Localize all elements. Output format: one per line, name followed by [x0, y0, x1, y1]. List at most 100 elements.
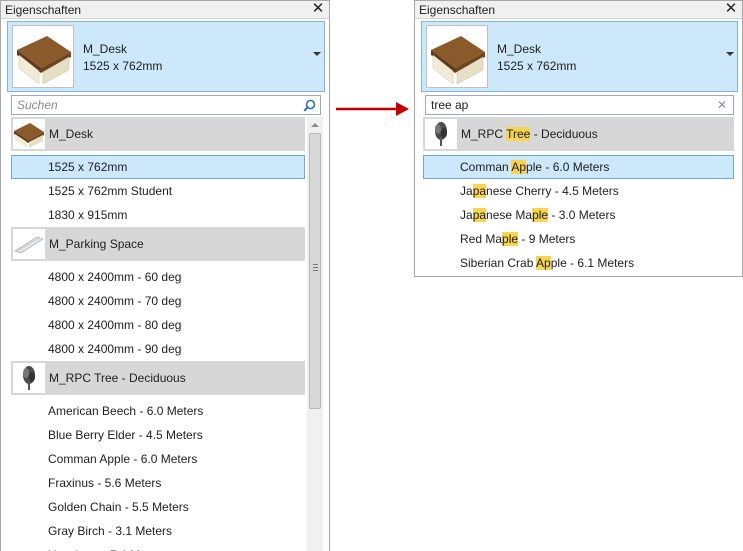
type-item-label: Japanese Maple - 3.0 Meters [460, 208, 615, 222]
label-text: ple - 6.0 Meters [526, 160, 610, 174]
panel-titlebar: Eigenschaften ✕ [415, 1, 742, 19]
search-field[interactable]: ✕ [425, 95, 734, 115]
type-item[interactable]: 4800 x 2400mm - 90 deg [11, 337, 305, 361]
type-item-label: Siberian Crab Apple - 6.1 Meters [460, 256, 634, 270]
label-text: - Deciduous [530, 127, 598, 141]
match-highlight: Ap [536, 256, 551, 270]
clear-icon[interactable]: ✕ [716, 97, 728, 113]
type-item-label: Comman Apple - 6.0 Meters [48, 452, 198, 466]
type-item-label: 4800 x 2400mm - 80 deg [48, 318, 182, 332]
type-item[interactable]: 4800 x 2400mm - 80 deg [11, 313, 305, 337]
type-item-label: American Beech - 6.0 Meters [48, 404, 204, 418]
label-text: Comman [460, 160, 512, 174]
match-highlight: Tree [506, 127, 531, 141]
family-name: M_RPC Tree - Deciduous [49, 371, 186, 385]
type-item[interactable]: 1525 x 762mm Student [11, 179, 305, 203]
panel-title: Eigenschaften [419, 3, 496, 17]
type-item[interactable]: Comman Apple - 6.0 Meters [11, 447, 305, 471]
search-icon[interactable] [303, 99, 316, 112]
type-item-label: Fraxinus - 5.6 Meters [48, 476, 162, 490]
desk-thumbnail [13, 119, 45, 149]
tree-thumbnail [425, 119, 457, 149]
search-field[interactable] [11, 95, 321, 115]
type-list: M_Desk 1525 x 762mm 1525 x 762mm Student 18… [11, 117, 305, 551]
label-text: nese Ma [486, 208, 533, 222]
label-text: - 9 Meters [518, 232, 576, 246]
family-group-header[interactable]: M_RPC Tree - Deciduous [11, 361, 305, 395]
type-item-label: 4800 x 2400mm - 60 deg [48, 270, 182, 284]
chevron-down-icon[interactable] [313, 52, 321, 56]
type-item-label: Blue Berry Elder - 4.5 Meters [48, 428, 203, 442]
search-result-item[interactable]: Siberian Crab Apple - 6.1 Meters [423, 251, 734, 275]
panel-title: Eigenschaften [5, 3, 82, 17]
type-size: 1525 x 762mm [83, 59, 163, 73]
match-highlight: ple [502, 232, 519, 246]
type-item-label: Gray Birch - 3.1 Meters [48, 524, 173, 538]
filtered-type-list: M_RPC Tree - Deciduous Comman Apple - 6.0… [423, 117, 734, 275]
scrollbar[interactable] [307, 117, 323, 551]
scroll-up-icon[interactable] [311, 123, 319, 127]
close-icon[interactable]: ✕ [724, 1, 738, 17]
tree-thumbnail [13, 363, 45, 393]
search-input[interactable] [426, 96, 733, 114]
label-text: - 3.0 Meters [548, 208, 616, 222]
close-icon[interactable]: ✕ [311, 1, 325, 17]
type-item-label: 1525 x 762mm [48, 160, 128, 174]
type-selector[interactable]: M_Desk 1525 x 762mm [421, 21, 738, 92]
search-result-item[interactable]: Japanese Cherry - 4.5 Meters [423, 179, 734, 203]
type-size: 1525 x 762mm [497, 59, 577, 73]
label-text: M_RPC [461, 127, 507, 141]
search-result-item[interactable]: Japanese Maple - 3.0 Meters [423, 203, 734, 227]
type-item[interactable]: Gray Birch - 3.1 Meters [11, 519, 305, 543]
match-highlight: pa [472, 184, 487, 198]
desk-thumbnail [12, 25, 74, 88]
label-text: Siberian Crab [460, 256, 537, 270]
panel-titlebar: Eigenschaften ✕ [1, 1, 329, 19]
type-item-label: 4800 x 2400mm - 70 deg [48, 294, 182, 308]
type-selector[interactable]: M_Desk 1525 x 762mm [7, 21, 325, 92]
type-item-label: Comman Apple - 6.0 Meters [460, 160, 609, 174]
type-item[interactable]: 4800 x 2400mm - 60 deg [11, 265, 305, 289]
type-name: M_Desk [497, 42, 542, 56]
type-item[interactable]: 4800 x 2400mm - 70 deg [11, 289, 305, 313]
type-item[interactable]: 1830 x 915mm [11, 203, 305, 227]
family-name: M_RPC Tree - Deciduous [461, 127, 598, 141]
type-item[interactable]: American Beech - 6.0 Meters [11, 399, 305, 423]
desk-thumbnail [426, 25, 488, 88]
family-group-header[interactable]: M_Parking Space [11, 227, 305, 261]
right-arrow-icon [336, 102, 409, 116]
family-group-header[interactable]: M_Desk [11, 117, 305, 151]
type-item[interactable]: Blue Berry Elder - 4.5 Meters [11, 423, 305, 447]
type-item-label: Golden Chain - 5.5 Meters [48, 500, 189, 514]
search-result-item[interactable]: Comman Apple - 6.0 Meters [423, 155, 734, 179]
type-item[interactable]: Fraxinus - 5.6 Meters [11, 471, 305, 495]
match-highlight: Ap [511, 160, 527, 174]
family-name: M_Desk [49, 127, 94, 141]
match-highlight: pa [472, 208, 487, 222]
search-input[interactable] [12, 96, 320, 114]
label-text: Ja [460, 208, 473, 222]
properties-panel-after: Eigenschaften ✕ M_Desk 1525 x 762mm ✕ M_… [414, 0, 743, 277]
type-item-label: 1525 x 762mm Student [48, 184, 173, 198]
properties-panel-before: Eigenschaften ✕ M_Desk 1525 x 762mm M_De… [0, 0, 330, 551]
type-item-label: 4800 x 2400mm - 90 deg [48, 342, 182, 356]
chevron-down-icon[interactable] [726, 52, 734, 56]
label-text: Ja [460, 184, 473, 198]
family-group-header[interactable]: M_RPC Tree - Deciduous [423, 117, 734, 151]
scroll-thumb[interactable] [309, 133, 321, 409]
family-name: M_Parking Space [49, 237, 144, 251]
parking-space-thumbnail [13, 229, 45, 259]
type-item[interactable]: 1525 x 762mm [11, 155, 305, 179]
label-text: nese Cherry - 4.5 Meters [486, 184, 619, 198]
type-name: M_Desk [83, 42, 128, 56]
type-item-label: Japanese Cherry - 4.5 Meters [460, 184, 619, 198]
label-text: Red Ma [460, 232, 503, 246]
type-item-label: Red Maple - 9 Meters [460, 232, 575, 246]
grip-icon [313, 264, 318, 271]
label-text: ple - 6.1 Meters [550, 256, 635, 270]
type-item[interactable]: Golden Chain - 5.5 Meters [11, 495, 305, 519]
type-item[interactable]: Hawthorn - 7.4 Meters [11, 543, 305, 551]
match-highlight: ple [532, 208, 549, 222]
type-item-label: 1830 x 915mm [48, 208, 128, 222]
search-result-item[interactable]: Red Maple - 9 Meters [423, 227, 734, 251]
